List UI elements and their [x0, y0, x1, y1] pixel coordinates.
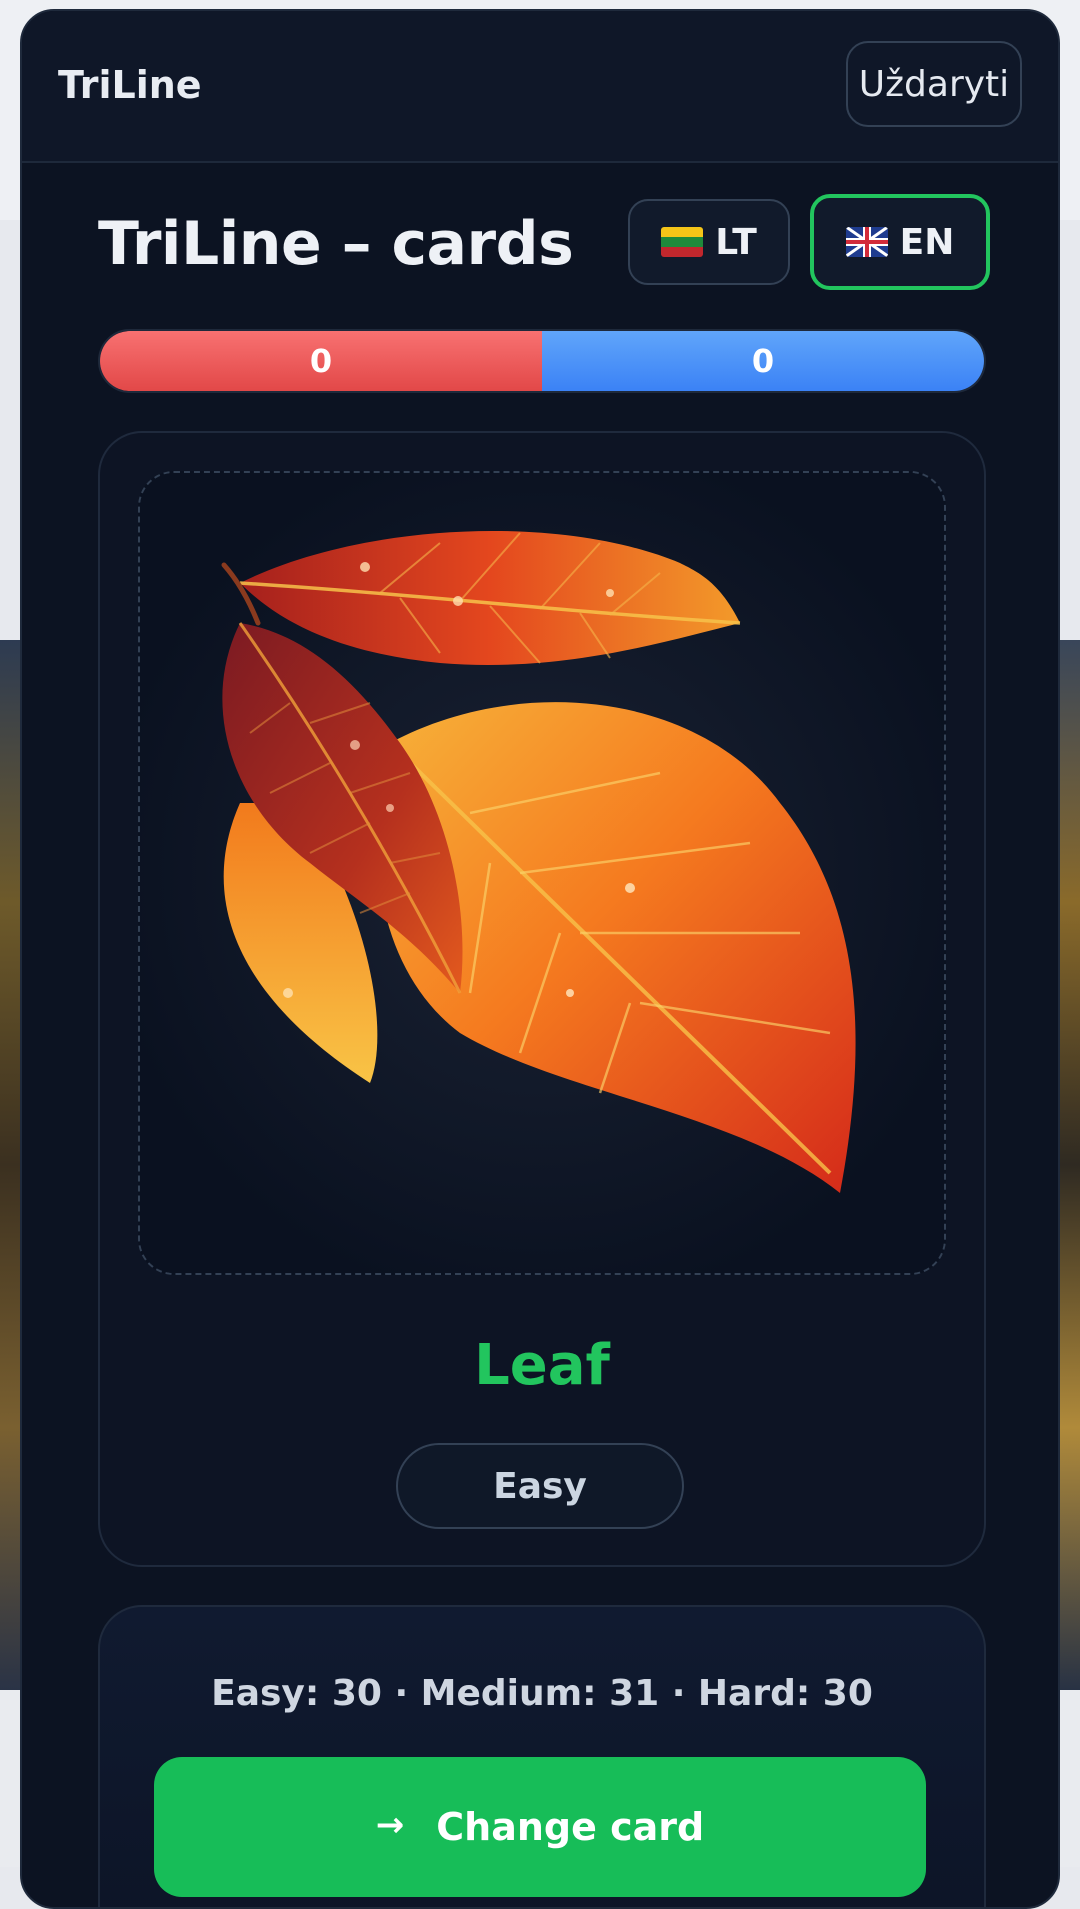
brand-title: TriLine	[58, 63, 202, 107]
difficulty-counts: Easy: 30 · Medium: 31 · Hard: 30	[211, 1673, 873, 1714]
card-word: Leaf	[474, 1333, 610, 1398]
language-button-en[interactable]: EN	[810, 194, 990, 290]
change-card-label: Change card	[436, 1805, 705, 1849]
word-card: Leaf Easy	[98, 431, 986, 1567]
modal-header: TriLine Uždaryti	[22, 11, 1058, 163]
arrow-right-icon: →	[375, 1805, 405, 1845]
change-card-button[interactable]: → Change card	[154, 1757, 926, 1897]
cards-modal: TriLine Uždaryti TriLine – cards LT EN 0…	[20, 9, 1060, 1909]
language-label-en: EN	[899, 221, 955, 263]
score-bar: 0 0	[98, 329, 986, 393]
autumn-leaves-image	[140, 473, 944, 1273]
score-red-team: 0	[100, 331, 542, 391]
score-blue-team: 0	[542, 331, 984, 391]
language-button-lt[interactable]: LT	[628, 199, 790, 285]
language-label-lt: LT	[715, 221, 757, 263]
lithuania-flag-icon	[661, 227, 704, 257]
difficulty-badge: Easy	[396, 1443, 684, 1529]
uk-flag-icon	[845, 227, 888, 257]
card-image-frame	[138, 471, 946, 1275]
controls-panel: Easy: 30 · Medium: 31 · Hard: 30 → Chang…	[98, 1605, 986, 1907]
page-title: TriLine – cards	[98, 209, 574, 279]
close-button[interactable]: Uždaryti	[846, 41, 1022, 127]
